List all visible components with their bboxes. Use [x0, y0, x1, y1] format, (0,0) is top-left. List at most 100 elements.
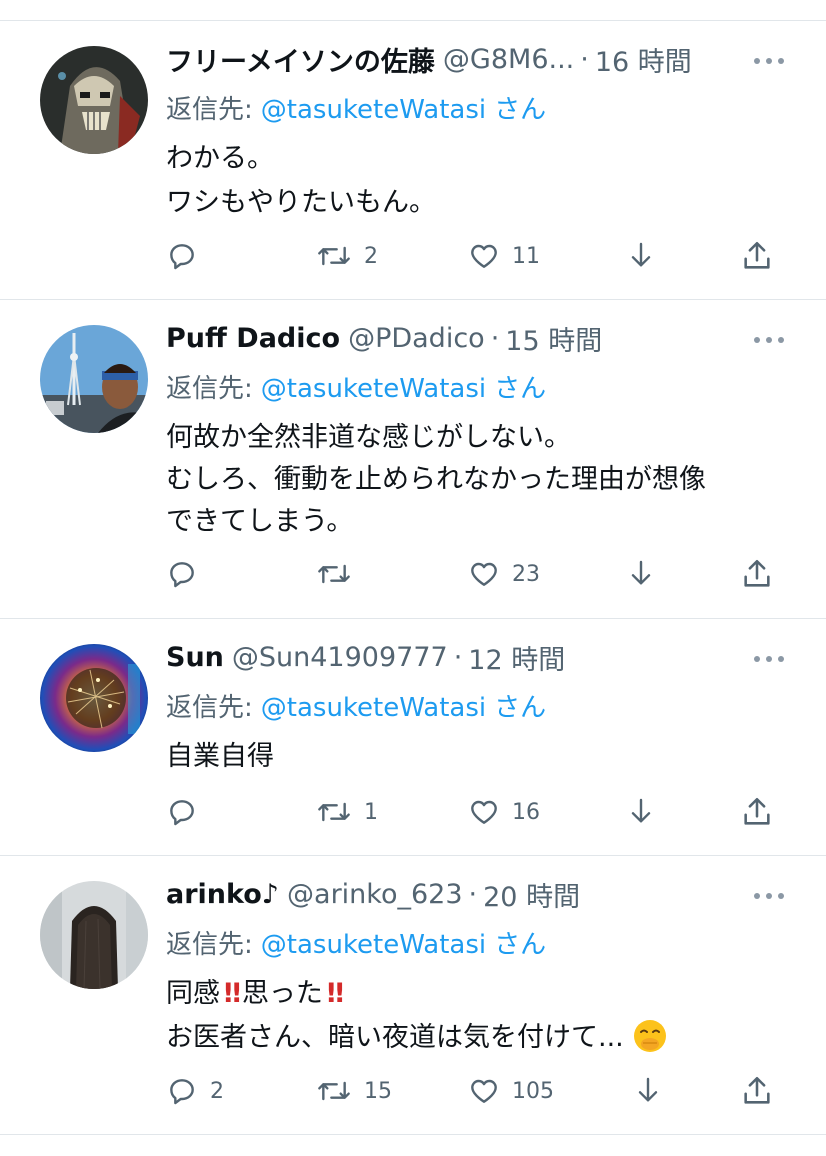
separator-dot: · [490, 322, 500, 354]
retweet-count: 1 [364, 799, 378, 825]
user-handle[interactable]: @G8M6... [443, 44, 574, 75]
reply-to-label: 返信先: [166, 930, 253, 960]
reply-suffix: さん [494, 930, 547, 960]
like-button[interactable]: 16 [468, 792, 540, 832]
reply-icon [170, 800, 194, 826]
action-bar: 2 11 [0, 236, 826, 276]
retweet-icon [318, 1081, 350, 1101]
timestamp[interactable]: 12 時間 [468, 638, 565, 677]
reply-suffix: さん [494, 693, 547, 723]
reply-button[interactable] [166, 792, 210, 832]
display-name[interactable]: Puff Dadico [166, 323, 340, 354]
action-bar: 1 16 [0, 792, 826, 832]
reply-count: 2 [210, 1078, 224, 1104]
like-count: 23 [512, 561, 540, 587]
heart-icon [471, 244, 497, 268]
reply-mention-link[interactable]: @tasuketeWatasi [261, 374, 486, 404]
reply-mention-link[interactable]: @tasuketeWatasi [261, 930, 486, 960]
heart-icon [471, 1079, 497, 1103]
share-button[interactable] [740, 236, 774, 276]
share-button[interactable] [740, 792, 774, 832]
display-name[interactable]: arinko♪ [166, 879, 279, 910]
tweet-text-line: できてしまう。 [166, 506, 354, 537]
bookmark-button[interactable] [625, 554, 657, 594]
tweet-header: フリーメイソンの佐藤 @G8M6... · 16 時間 [166, 39, 692, 79]
retweet-button[interactable] [316, 554, 364, 594]
reply-icon [170, 562, 194, 588]
tweet[interactable]: フリーメイソンの佐藤 @G8M6... · 16 時間 返信先: @tasuket… [0, 21, 826, 299]
timestamp[interactable]: 15 時間 [505, 319, 602, 358]
reply-button[interactable]: 2 [166, 1071, 224, 1111]
double-exclamation-emoji: ‼ [326, 978, 344, 1009]
retweet-button[interactable]: 1 [316, 792, 378, 832]
reply-to: 返信先: @tasuketeWatasi さん [166, 687, 546, 724]
separator-dot: · [580, 43, 589, 75]
reply-button[interactable] [166, 554, 210, 594]
arrow-down-icon [631, 242, 651, 267]
tweet-text-line: 自業自得 [166, 741, 274, 772]
tweet-text-line: お医者さん、暗い夜道は気を付けて... [166, 1017, 668, 1059]
retweet-count: 2 [364, 243, 378, 269]
retweet-button[interactable]: 15 [316, 1071, 392, 1111]
double-exclamation-emoji: ‼ [224, 978, 241, 1009]
timestamp[interactable]: 16 時間 [595, 40, 692, 79]
bookmark-button[interactable] [625, 236, 657, 276]
retweet-icon [318, 802, 350, 822]
arrow-down-icon [638, 1077, 658, 1102]
tweet[interactable]: arinko♪ @arinko_623 · 20 時間 返信先: @tasuket… [0, 856, 826, 1134]
share-button[interactable] [740, 554, 774, 594]
user-handle[interactable]: @arinko_623 [287, 879, 463, 910]
heart-icon [471, 800, 497, 824]
text-segment: 思った [241, 978, 323, 1009]
bookmark-button[interactable] [625, 792, 657, 832]
retweet-button[interactable]: 2 [316, 236, 378, 276]
heart-icon [471, 562, 497, 586]
reply-button[interactable] [166, 236, 210, 276]
like-button[interactable]: 23 [468, 554, 540, 594]
tweet-header: Sun @Sun41909777 · 12 時間 [166, 637, 565, 677]
separator-dot: · [453, 641, 463, 673]
share-icon [744, 1076, 770, 1104]
avatar[interactable] [40, 46, 148, 154]
avatar[interactable] [40, 881, 148, 989]
arrow-down-icon [631, 798, 651, 823]
reply-suffix: さん [494, 95, 547, 125]
text-segment: お医者さん、暗い夜道は気を付けて... [166, 1022, 624, 1053]
avatar[interactable] [40, 644, 148, 752]
avatar[interactable] [40, 325, 148, 433]
more-icon[interactable] [752, 652, 786, 666]
arrow-down-icon [631, 560, 651, 585]
reply-to-label: 返信先: [166, 95, 253, 125]
tweet[interactable]: Puff Dadico @PDadico · 15 時間 返信先: @tasuke… [0, 300, 826, 618]
tweet[interactable]: Sun @Sun41909777 · 12 時間 返信先: @tasuketeWa… [0, 619, 826, 855]
share-button[interactable] [740, 1071, 774, 1111]
share-icon [744, 241, 770, 269]
retweet-icon [318, 564, 350, 584]
user-handle[interactable]: @Sun41909777 [232, 642, 448, 673]
action-bar: 2 15 105 [0, 1071, 826, 1111]
share-icon [744, 797, 770, 825]
hand-over-mouth-emoji [634, 1020, 667, 1052]
timestamp[interactable]: 20 時間 [483, 875, 580, 914]
retweet-icon [318, 246, 350, 266]
more-icon[interactable] [752, 54, 786, 68]
display-name[interactable]: Sun [166, 642, 224, 673]
reply-to-label: 返信先: [166, 693, 253, 723]
separator-dot: · [468, 878, 478, 910]
tweet-text-line: むしろ、衝動を止められなかった理由が想像 [166, 464, 706, 495]
user-handle[interactable]: @PDadico [348, 323, 485, 354]
bookmark-button[interactable] [632, 1071, 664, 1111]
more-icon[interactable] [752, 889, 786, 903]
tweet-header: arinko♪ @arinko_623 · 20 時間 [166, 874, 580, 914]
tweet-header: Puff Dadico @PDadico · 15 時間 [166, 318, 602, 358]
reply-mention-link[interactable]: @tasuketeWatasi [261, 95, 486, 125]
text-segment: 同感 [166, 978, 220, 1009]
reply-mention-link[interactable]: @tasuketeWatasi [261, 693, 486, 723]
tweet-text-line: 何故か全然非道な感じがしない。 [166, 422, 571, 453]
more-icon[interactable] [752, 333, 786, 347]
like-count: 16 [512, 799, 540, 825]
like-button[interactable]: 105 [468, 1071, 554, 1111]
action-bar: 23 [0, 554, 826, 594]
display-name[interactable]: フリーメイソンの佐藤 [166, 40, 435, 79]
like-button[interactable]: 11 [468, 236, 540, 276]
